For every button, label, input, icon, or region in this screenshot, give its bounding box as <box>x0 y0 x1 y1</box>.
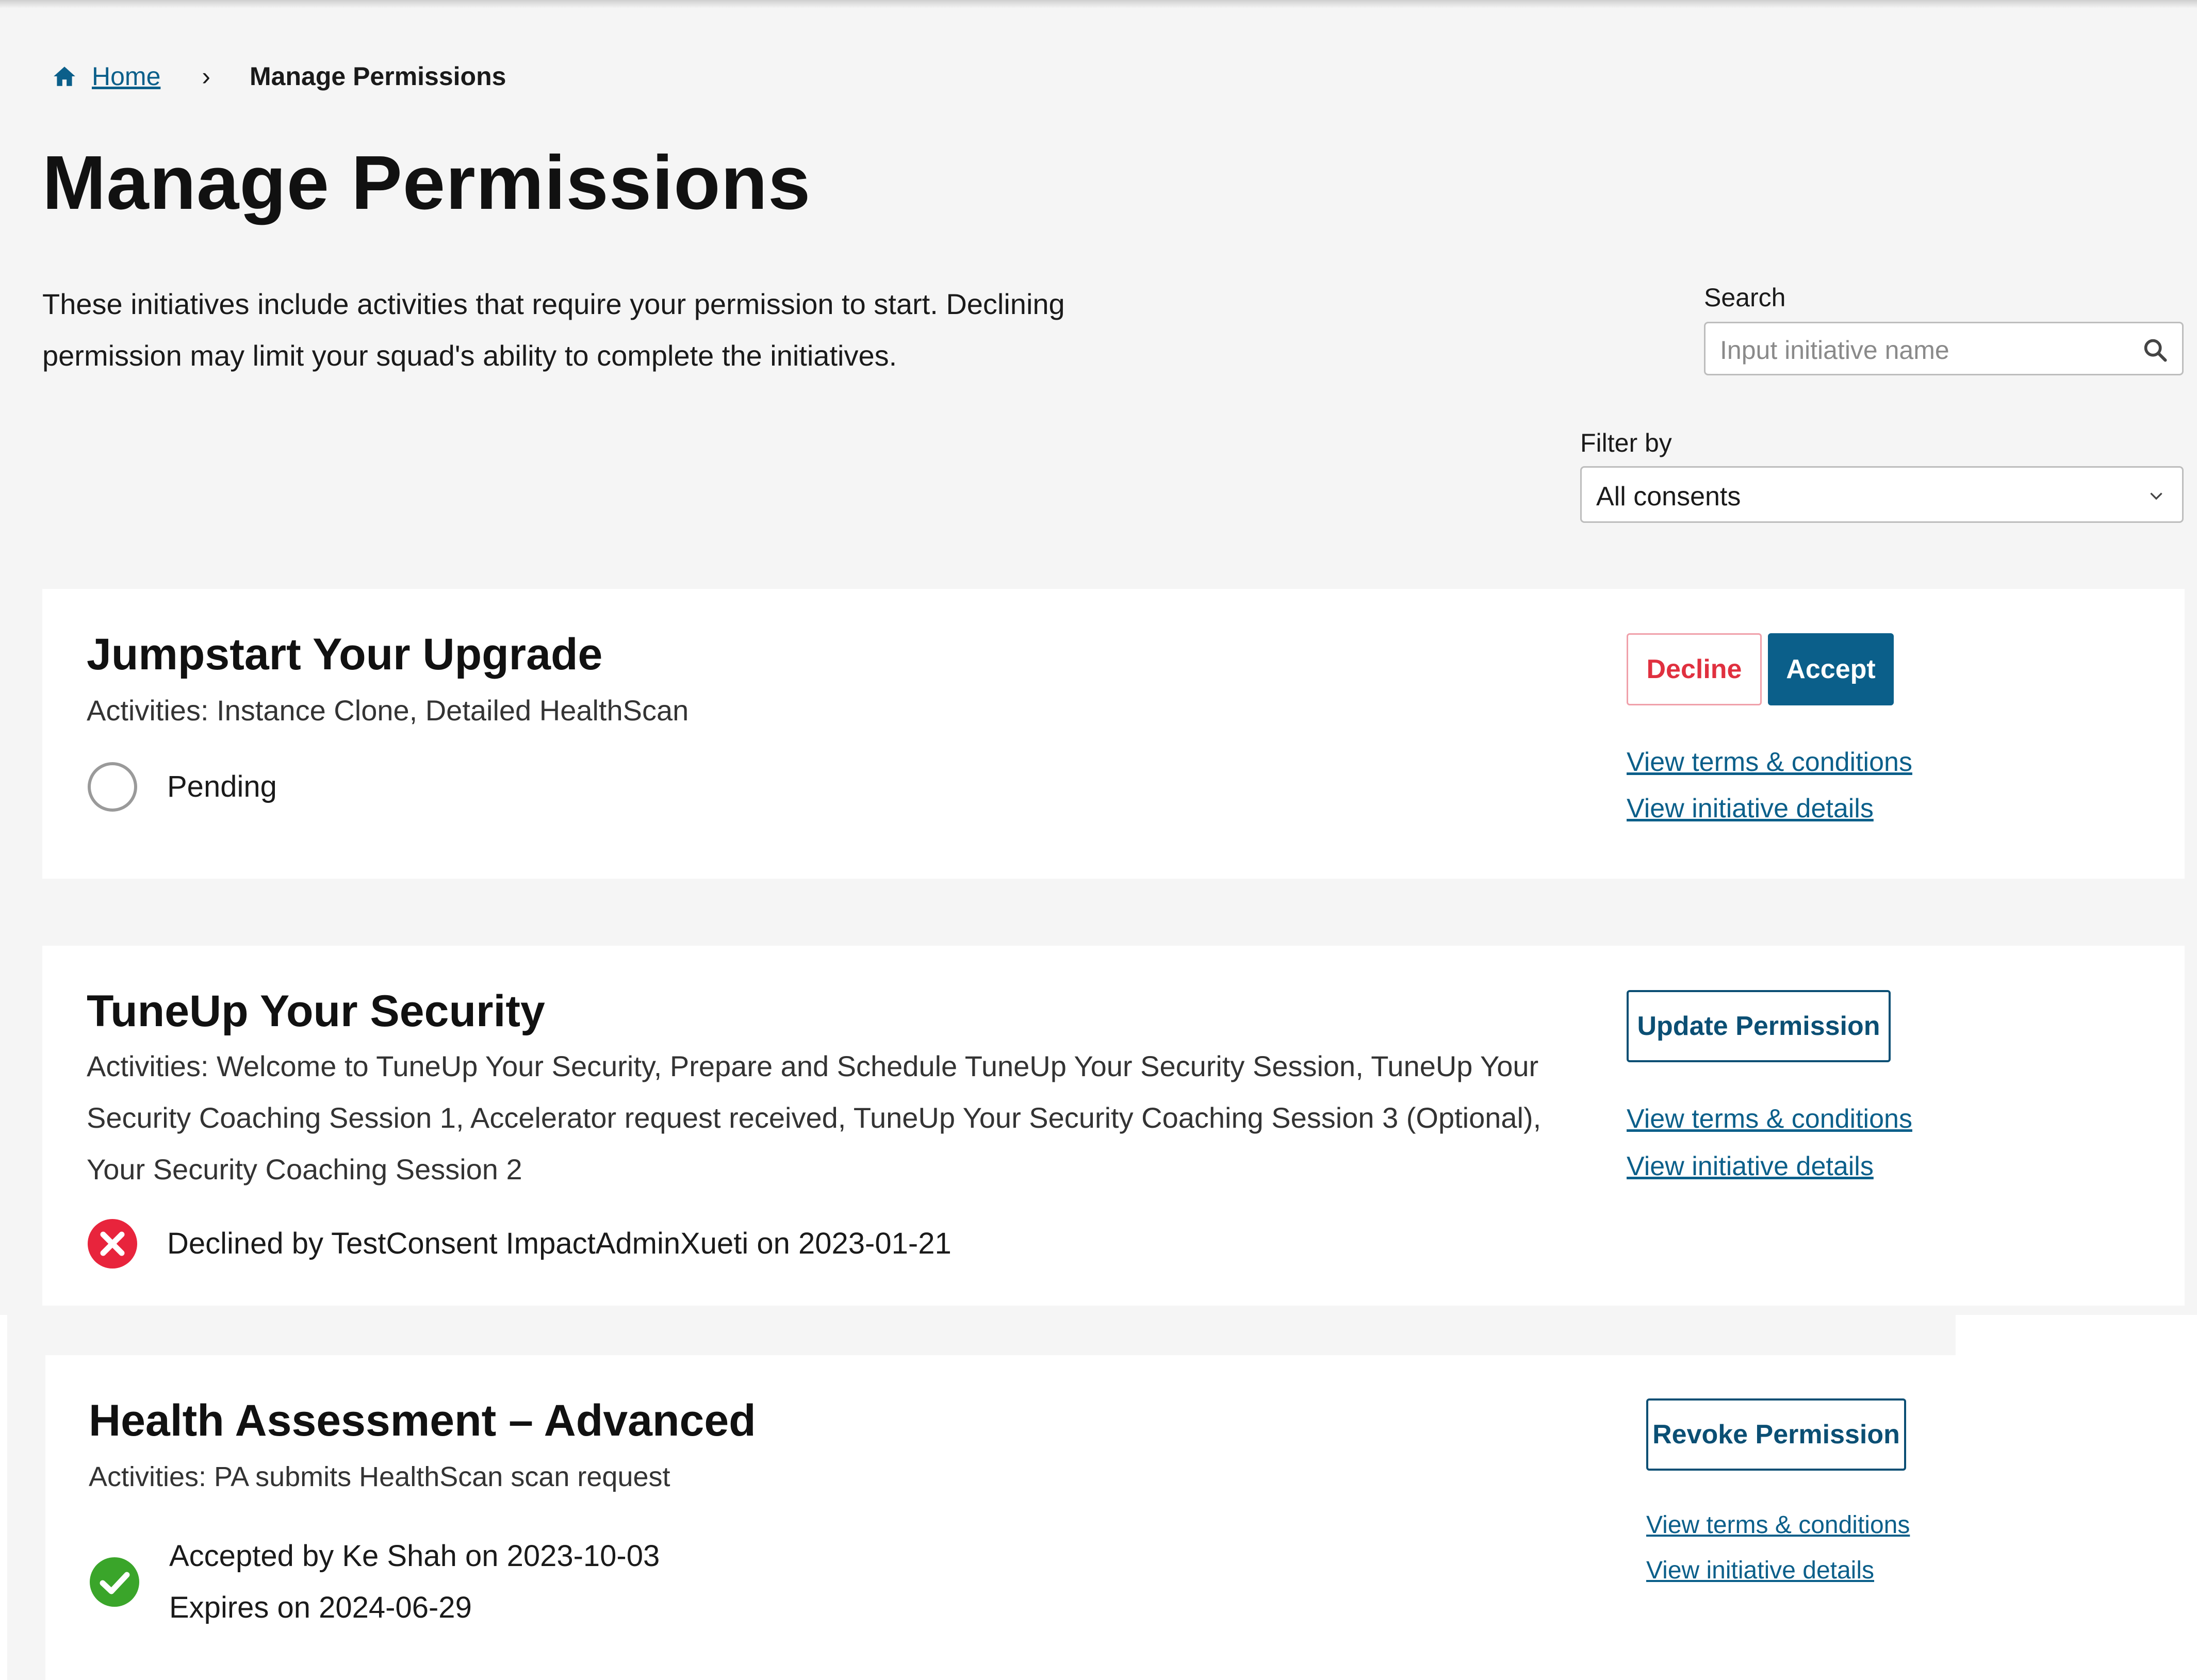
revoke-permission-button[interactable]: Revoke Permission <box>1646 1398 1906 1471</box>
page-title: Manage Permissions <box>42 140 811 225</box>
bottom-white-band-left <box>0 1315 7 1680</box>
x-circle-icon <box>88 1219 137 1269</box>
breadcrumb-separator: › <box>202 62 211 91</box>
view-details-link[interactable]: View initiative details <box>1646 1556 1874 1585</box>
card-activities: Activities: Instance Clone, Detailed Hea… <box>87 694 689 727</box>
status-row: Pending <box>87 761 277 813</box>
accept-button[interactable]: Accept <box>1768 633 1894 705</box>
pending-circle-icon <box>88 762 137 812</box>
initiative-card-health-assessment: Health Assessment – Advanced Activities:… <box>45 1355 1956 1680</box>
page-intro: These initiatives include activities tha… <box>42 278 1177 382</box>
card-activities: Activities: PA submits HealthScan scan r… <box>89 1461 670 1492</box>
activities-line-1: Activities: Welcome to TuneUp Your Secur… <box>87 1050 1539 1082</box>
chevron-down-icon <box>2150 492 2162 500</box>
activities-line-2: Security Coaching Session 1, Accelerator… <box>87 1101 1542 1134</box>
view-details-link[interactable]: View initiative details <box>1627 1151 1874 1182</box>
view-terms-link[interactable]: View terms & conditions <box>1627 1103 1912 1134</box>
filter-select[interactable]: All consents <box>1580 466 2184 523</box>
activities-line-3: Your Security Coaching Session 2 <box>87 1153 522 1185</box>
search-box[interactable] <box>1704 322 2184 375</box>
search-label: Search <box>1704 283 1786 312</box>
expires-on-text: Expires on 2024-06-29 <box>169 1591 472 1624</box>
view-details-link[interactable]: View initiative details <box>1627 793 1874 824</box>
update-permission-button[interactable]: Update Permission <box>1627 990 1891 1062</box>
status-text: Pending <box>167 770 277 803</box>
status-row: Declined by TestConsent ImpactAdminXueti… <box>87 1218 952 1270</box>
initiative-card-tuneup: TuneUp Your Security Activities: Welcome… <box>42 946 2185 1306</box>
status-text: Accepted by Ke Shah on 2023-10-03 Expire… <box>169 1530 660 1634</box>
status-row: Accepted by Ke Shah on 2023-10-03 Expire… <box>89 1530 660 1634</box>
initiative-card-jumpstart: Jumpstart Your Upgrade Activities: Insta… <box>42 589 2185 879</box>
card-title: Health Assessment – Advanced <box>89 1396 756 1445</box>
home-icon[interactable] <box>52 63 77 89</box>
filter-label: Filter by <box>1580 429 1672 457</box>
status-text: Declined by TestConsent ImpactAdminXueti… <box>167 1227 952 1260</box>
search-input[interactable] <box>1720 336 2133 365</box>
intro-line-1: These initiatives include activities tha… <box>42 288 1065 320</box>
view-terms-link[interactable]: View terms & conditions <box>1627 747 1912 778</box>
top-shadow <box>0 0 2197 8</box>
intro-line-2: permission may limit your squad's abilit… <box>42 339 897 372</box>
card-activities: Activities: Welcome to TuneUp Your Secur… <box>87 1041 1582 1195</box>
search-icon[interactable] <box>2142 337 2169 364</box>
breadcrumb: Home › Manage Permissions <box>52 61 506 92</box>
card-title: TuneUp Your Security <box>87 986 545 1036</box>
view-terms-link[interactable]: View terms & conditions <box>1646 1511 1910 1539</box>
breadcrumb-current: Manage Permissions <box>250 62 506 91</box>
breadcrumb-home-link[interactable]: Home <box>92 61 160 91</box>
bottom-white-band <box>1956 1315 2197 1680</box>
filter-selected-value: All consents <box>1596 482 1741 512</box>
check-circle-icon <box>90 1557 139 1607</box>
accepted-by-text: Accepted by Ke Shah on 2023-10-03 <box>169 1539 660 1573</box>
decline-button[interactable]: Decline <box>1627 633 1762 705</box>
card-title: Jumpstart Your Upgrade <box>87 630 603 679</box>
